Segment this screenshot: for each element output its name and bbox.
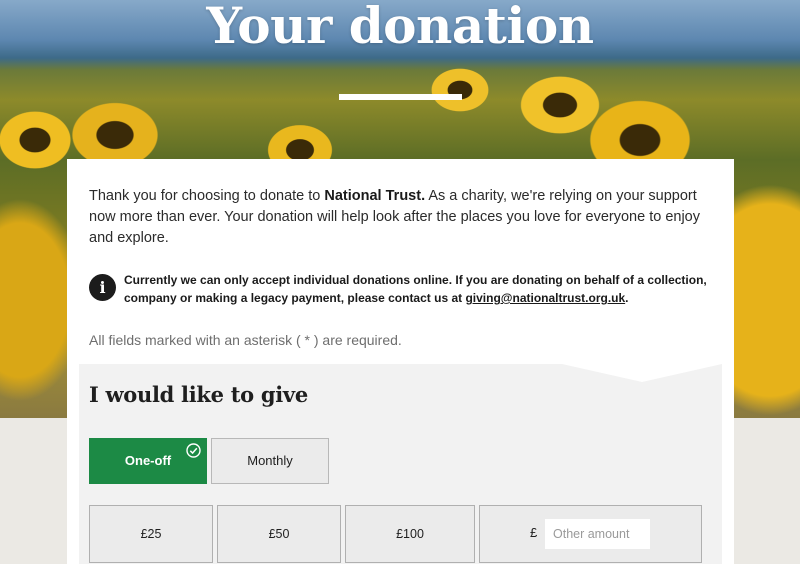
amount-button-50[interactable]: £50 [217, 505, 341, 563]
other-amount-box: £ [479, 505, 702, 563]
required-fields-note: All fields marked with an asterisk ( * )… [89, 332, 402, 348]
intro-text: Thank you for choosing to donate to Nati… [89, 186, 709, 249]
notice-text: Currently we can only accept individual … [124, 271, 724, 307]
donation-card: Thank you for choosing to donate to Nati… [67, 159, 734, 564]
one-off-label: One-off [124, 453, 172, 468]
email-link[interactable]: giving@nationaltrust.org.uk [465, 291, 625, 305]
title-underline [339, 94, 462, 100]
notice-end: . [625, 291, 629, 305]
amount-button-25[interactable]: £25 [89, 505, 213, 563]
give-panel: I would like to give One-off Monthly £25… [79, 364, 722, 564]
one-off-button[interactable]: One-off [89, 438, 207, 484]
check-circle-icon [186, 443, 201, 458]
give-heading: I would like to give [89, 382, 308, 407]
monthly-label: Monthly [247, 453, 293, 468]
monthly-button[interactable]: Monthly [211, 438, 329, 484]
info-notice: i Currently we can only accept individua… [89, 271, 719, 311]
info-icon: i [89, 274, 116, 301]
currency-symbol: £ [530, 525, 538, 540]
intro-before: Thank you for choosing to donate to [89, 188, 325, 204]
panel-notch [562, 364, 722, 384]
amount-button-100[interactable]: £100 [345, 505, 475, 563]
page-title: Your donation [206, 0, 594, 55]
org-name: National Trust. [324, 188, 426, 204]
other-amount-input[interactable] [545, 519, 650, 549]
